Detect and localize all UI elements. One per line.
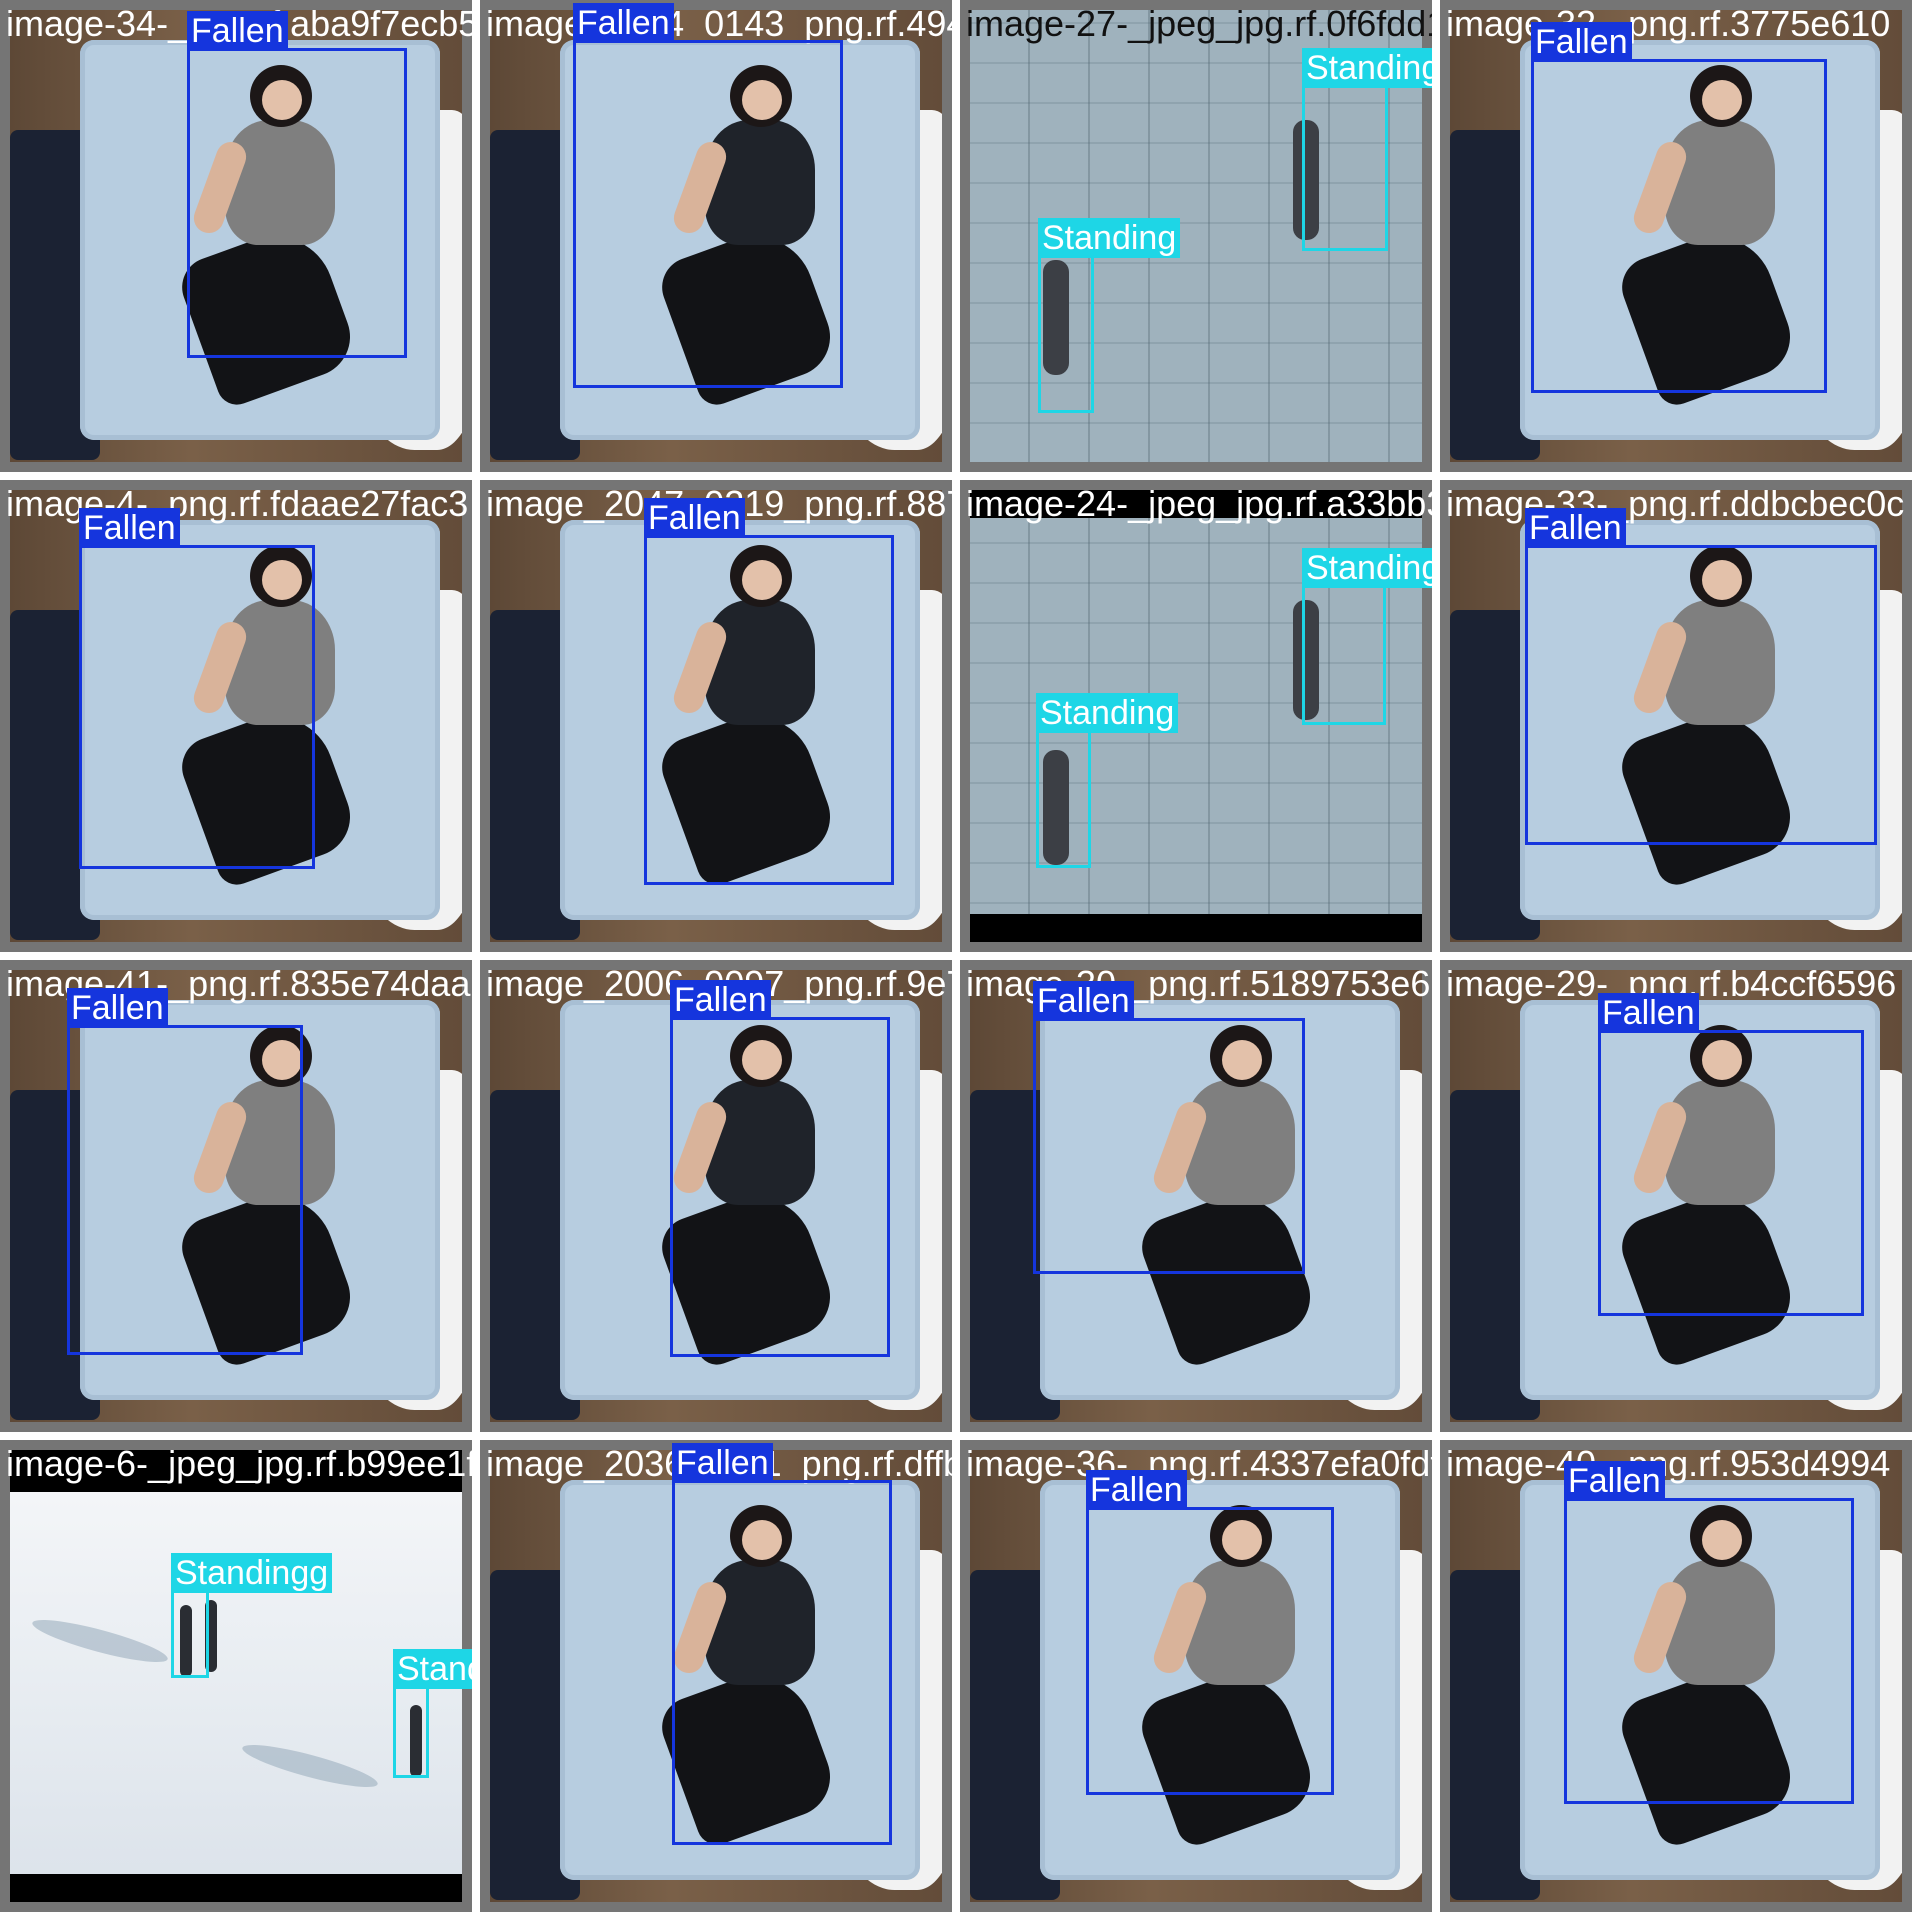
detection-box: Fallen (67, 988, 303, 1355)
detection-label: Fallen (1086, 1470, 1187, 1510)
tile-filename: image-24-_jpeg_jpg.rf.a33bb3466327fd5c (966, 483, 1432, 524)
detection-label: Fallen (1531, 22, 1632, 62)
tile-7: image-24-_jpeg_jpg.rf.a33bb3466327fd5c S… (960, 480, 1432, 952)
detection-box: Fallen (1598, 993, 1864, 1316)
detection-label: Fallen (670, 980, 771, 1020)
tile-filename: image-40-_png.rf.953d4994 (1446, 1443, 1891, 1484)
tile-filename: image-27-_jpeg_jpg.rf.0f6fdd1295186 (966, 3, 1432, 44)
detection-box: Fallen (672, 1443, 892, 1845)
detection-box: Standingg (171, 1553, 333, 1678)
tile-3: image-27-_jpeg_jpg.rf.0f6fdd1295186 Stan… (960, 0, 1432, 472)
detection-box: Fallen (79, 508, 315, 869)
tile-15: image-36-_png.rf.4337efa0fdfc Fallen (960, 1440, 1432, 1912)
detection-label: Standing (1302, 48, 1432, 88)
detection-box: Standing (1036, 693, 1179, 868)
detection-box: Standing (1302, 548, 1432, 725)
detection-box: Fallen (1564, 1461, 1854, 1804)
tile-8: image-33-_png.rf.ddbcbec0c Fallen (1440, 480, 1912, 952)
detection-box: Fallen (1086, 1470, 1334, 1795)
tile-5: image-4-_png.rf.fdaae27fac3 Fallen (0, 480, 472, 952)
detection-label: Fallen (1564, 1461, 1665, 1501)
tile-filename: image-4-_png.rf.fdaae27fac3 (6, 483, 469, 524)
detection-label: Standingg (171, 1553, 333, 1593)
detection-label: Fallen (672, 1443, 773, 1483)
detection-label: Standing (393, 1649, 472, 1689)
detection-label: Standing (1038, 218, 1181, 258)
detection-box: Fallen (670, 980, 890, 1357)
tile-1: image-34-_png.rf.aba9f7ecb5bdc Fallen (0, 0, 472, 472)
tile-4: image-32-_png.rf.3775e610 Fallen (1440, 0, 1912, 472)
detection-box: Standing (1302, 48, 1432, 251)
detection-box: Fallen (644, 498, 894, 885)
tile-filename: image_2014_0143_png.rf.49455b1a4e2 (486, 3, 952, 44)
letterbox-bottom (970, 914, 1422, 942)
detection-box: Standing (393, 1649, 472, 1778)
tile-6: image_2047_0219_png.rf.887e5ff1f5a8 Fall… (480, 480, 952, 952)
detection-label: Fallen (644, 498, 745, 538)
tile-13: image-6-_jpeg_jpg.rf.b99ee1f9 Standingg … (0, 1440, 472, 1912)
letterbox-bottom (10, 1874, 462, 1902)
tile-11: image-30-_png.rf.5189753e6b48 Fallen (960, 960, 1432, 1432)
detection-label: Fallen (573, 3, 674, 43)
detection-box: Fallen (1525, 508, 1877, 845)
detection-label: Fallen (79, 508, 180, 548)
tile-9: image-41-_png.rf.835e74daa1 Fallen (0, 960, 472, 1432)
tile-14: image_2036_0211_png.rf.dffbe0d22 Fallen (480, 1440, 952, 1912)
tile-filename: image-33-_png.rf.ddbcbec0c (1446, 483, 1905, 524)
tile-filename: image-36-_png.rf.4337efa0fdfc (966, 1443, 1432, 1484)
detection-box: Fallen (187, 11, 407, 358)
detection-label: Fallen (187, 11, 288, 51)
tile-12: image-29-_png.rf.b4ccf6596 Fallen (1440, 960, 1912, 1432)
detection-label: Fallen (1033, 981, 1134, 1021)
detection-box: Fallen (573, 3, 843, 388)
detection-label: Standing (1302, 548, 1432, 588)
tile-16: image-40-_png.rf.953d4994 Fallen (1440, 1440, 1912, 1912)
detection-label: Fallen (1598, 993, 1699, 1033)
detection-label: Fallen (1525, 508, 1626, 548)
detection-grid: image-34-_png.rf.aba9f7ecb5bdc Fallen im… (0, 0, 1920, 1920)
tile-10: image_2006_0097_png.rf.9e7a60ba Fallen (480, 960, 952, 1432)
detection-label: Fallen (67, 988, 168, 1028)
tile-filename: image-32-_png.rf.3775e610 (1446, 3, 1891, 44)
detection-label: Standing (1036, 693, 1179, 733)
detection-box: Standing (1038, 218, 1181, 413)
detection-box: Fallen (1531, 22, 1827, 393)
tile-filename: image-6-_jpeg_jpg.rf.b99ee1f9 (6, 1443, 472, 1484)
tile-2: image_2014_0143_png.rf.49455b1a4e2 Falle… (480, 0, 952, 472)
detection-box: Fallen (1033, 981, 1305, 1274)
